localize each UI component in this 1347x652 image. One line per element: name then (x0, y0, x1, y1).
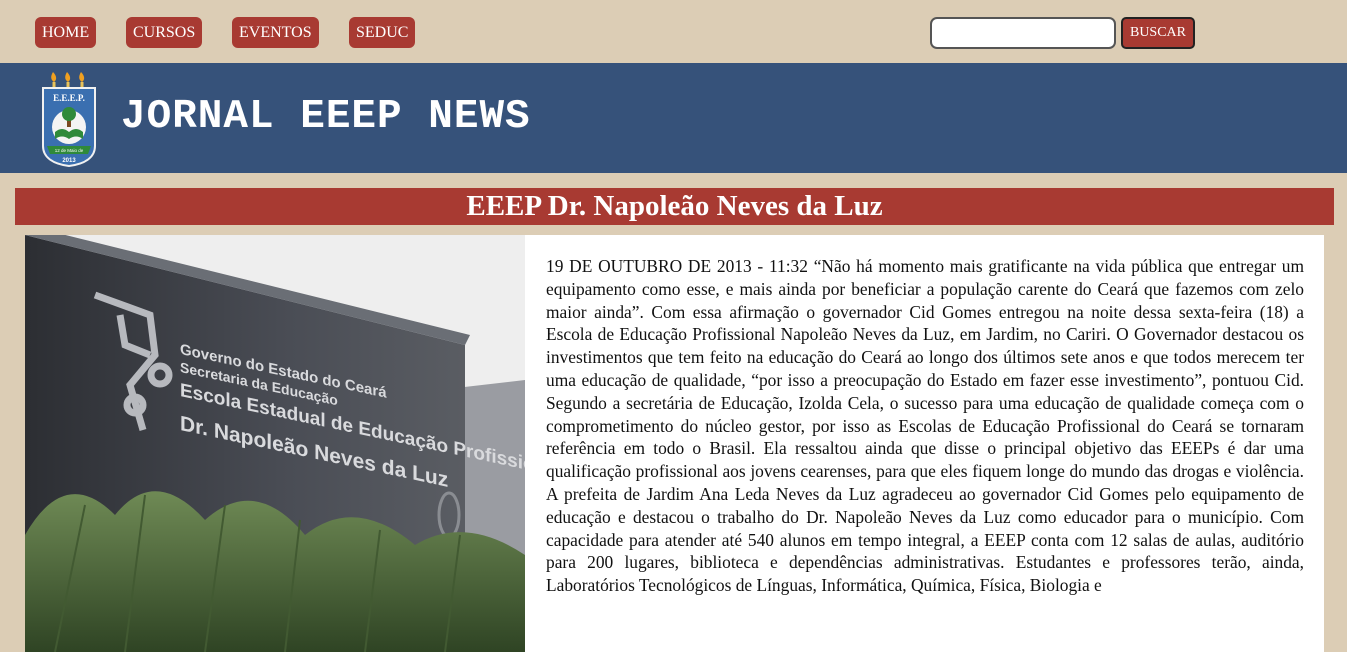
nav-eventos-button[interactable]: EVENTOS (232, 17, 319, 48)
top-navigation: HOME CURSOS EVENTOS SEDUC BUSCAR (0, 0, 1347, 63)
nav-cursos-button[interactable]: CURSOS (126, 17, 203, 48)
search-input[interactable] (930, 17, 1116, 49)
school-logo[interactable]: E.E.E.P. 12 de Maio de 2013 (38, 68, 100, 168)
article-content: Governo do Estado do Ceará Secretaria da… (25, 235, 1324, 652)
logo-top-text: E.E.E.P. (53, 93, 85, 103)
nav-home-button[interactable]: HOME (35, 17, 97, 48)
torch-icons (51, 72, 85, 88)
site-title: JORNAL EEEP NEWS (121, 94, 531, 140)
site-banner: E.E.E.P. 12 de Maio de 2013 JORNAL EEEP … (0, 63, 1347, 173)
logo-ribbon-text: 12 de Maio de (55, 148, 84, 153)
article-title: EEEP Dr. Napoleão Neves da Luz (15, 188, 1334, 225)
search-button[interactable]: BUSCAR (1121, 17, 1195, 49)
school-photo: Governo do Estado do Ceará Secretaria da… (25, 235, 525, 652)
nav-seduc-button[interactable]: SEDUC (349, 17, 416, 48)
logo-year: 2013 (62, 158, 76, 164)
article-body: 19 DE OUTUBRO DE 2013 - 11:32 “Não há mo… (546, 256, 1304, 596)
